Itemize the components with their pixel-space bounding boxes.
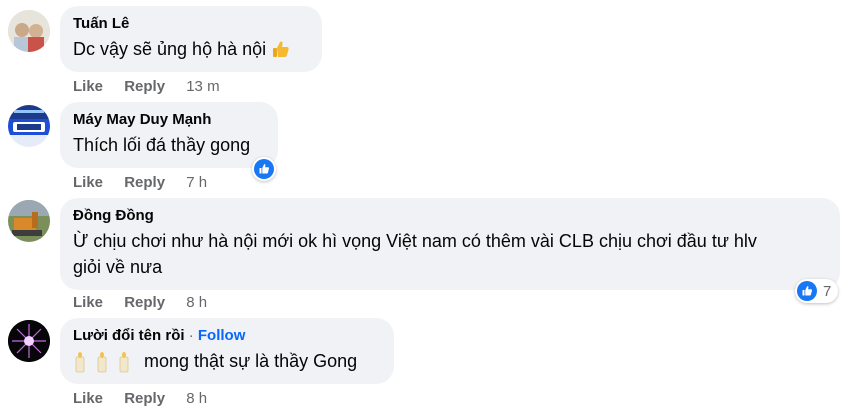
comment-bubble: Lười đổi tên rồi · Follow mong thật sự l… xyxy=(60,318,394,384)
avatar[interactable] xyxy=(8,320,50,362)
reply-button[interactable]: Reply xyxy=(124,174,165,191)
separator: · xyxy=(184,327,198,344)
candle-icon xyxy=(73,351,87,373)
like-button[interactable]: Like xyxy=(73,174,103,191)
comment-text-line: giỏi về nưa xyxy=(73,257,163,277)
avatar[interactable] xyxy=(8,200,50,242)
follow-button[interactable]: Follow xyxy=(198,327,246,344)
thumbs-up-icon xyxy=(271,37,291,63)
comment-author-name[interactable]: Lười đổi tên rồi xyxy=(73,327,185,344)
comment-bubble: Tuấn Lê Dc vậy sẽ ủng hộ hà nội xyxy=(60,6,322,72)
comment-actions: Like Reply 13 m xyxy=(73,77,220,96)
comment-bubble: Đồng Đồng Ừ chịu chơi như hà nội mới ok … xyxy=(60,198,840,290)
avatar-photo xyxy=(8,200,50,242)
like-button[interactable]: Like xyxy=(73,78,103,95)
reply-button[interactable]: Reply xyxy=(124,294,165,311)
comment-timestamp[interactable]: 8 h xyxy=(186,294,207,311)
like-button[interactable]: Like xyxy=(73,294,103,311)
comment-text: Dc vậy sẽ ủng hộ hà nội xyxy=(73,36,310,63)
comment-text: Ừ chịu chơi như hà nội mới ok hì vọng Vi… xyxy=(73,228,828,280)
reaction-badge[interactable] xyxy=(252,157,276,181)
comment-actions: Like Reply 7 h xyxy=(73,173,207,192)
like-reaction-icon xyxy=(797,281,817,301)
avatar-photo xyxy=(8,320,50,362)
comment-author[interactable]: Đồng Đồng xyxy=(73,206,828,225)
comment-bubble: Máy May Duy Mạnh Thích lối đá thầy gong xyxy=(60,102,278,168)
comment-text: mong thật sự là thầy Gong xyxy=(73,348,382,374)
avatar-logo xyxy=(8,105,50,147)
comment-text-line: Ừ chịu chơi như hà nội mới ok hì vọng Vi… xyxy=(73,231,757,251)
comment-timestamp[interactable]: 8 h xyxy=(186,390,207,407)
comment-text-content: mong thật sự là thầy Gong xyxy=(144,351,358,371)
comment-author: Lười đổi tên rồi · Follow xyxy=(73,326,382,345)
comment-timestamp[interactable]: 7 h xyxy=(186,174,207,191)
comment-actions: Like Reply 8 h xyxy=(73,293,207,312)
avatar[interactable] xyxy=(8,105,50,147)
comment-actions: Like Reply 8 h xyxy=(73,389,207,408)
comment-text-content: Dc vậy sẽ ủng hộ hà nội xyxy=(73,39,267,59)
avatar[interactable] xyxy=(8,10,50,52)
reply-button[interactable]: Reply xyxy=(124,78,165,95)
comment-timestamp[interactable]: 13 m xyxy=(186,78,219,95)
reaction-badge[interactable]: 7 xyxy=(795,279,839,303)
avatar-photo xyxy=(8,10,50,52)
reply-button[interactable]: Reply xyxy=(124,390,165,407)
like-reaction-icon xyxy=(254,159,274,179)
candle-icon xyxy=(117,351,131,373)
comment-author[interactable]: Máy May Duy Mạnh xyxy=(73,110,266,129)
comment-author[interactable]: Tuấn Lê xyxy=(73,14,310,33)
reaction-count: 7 xyxy=(823,282,832,300)
like-button[interactable]: Like xyxy=(73,390,103,407)
candle-icon xyxy=(95,351,109,373)
comment-text: Thích lối đá thầy gong xyxy=(73,135,251,155)
